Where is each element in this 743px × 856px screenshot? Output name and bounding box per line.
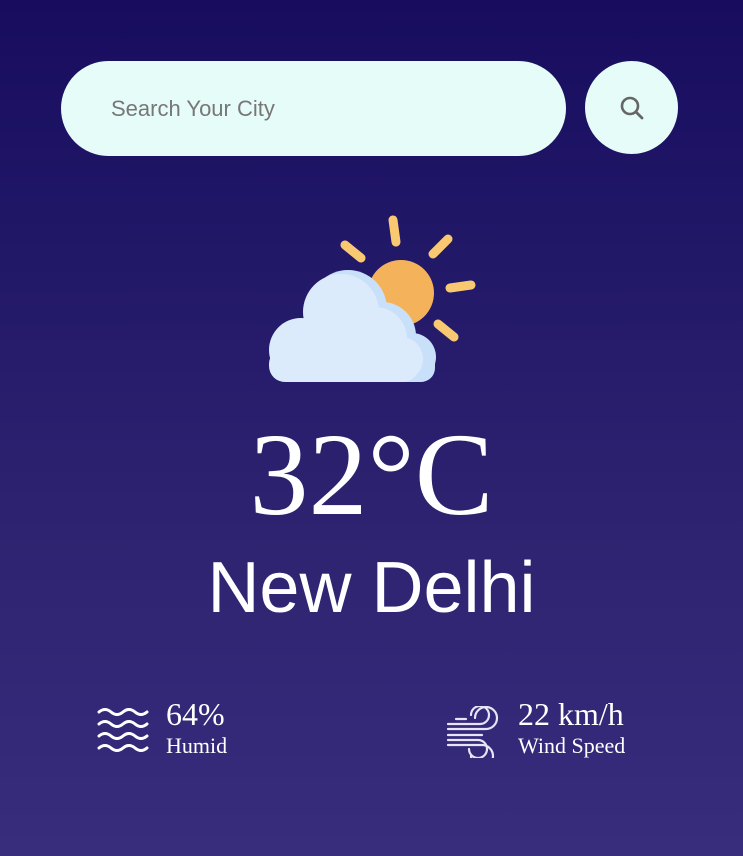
partly-cloudy-icon [269,215,476,382]
search-input[interactable] [61,61,566,156]
temperature-value: 32°C [249,409,494,540]
humidity-stat: 64% Humid [96,698,227,757]
wind-text: 22 km/h Wind Speed [518,698,625,757]
humidity-value: 64% [166,696,225,732]
humidity-label: Humid [166,733,228,758]
search-icon [620,96,643,119]
wind-value: 22 km/h [518,696,624,732]
wind-icon [446,706,499,758]
search-button[interactable] [585,61,678,154]
humidity-waves-icon [97,708,149,752]
wind-label: Wind Speed [518,733,626,758]
humidity-text: 64% Humid [166,698,227,757]
wind-stat: 22 km/h Wind Speed [446,698,625,758]
city-name: New Delhi [207,548,536,628]
